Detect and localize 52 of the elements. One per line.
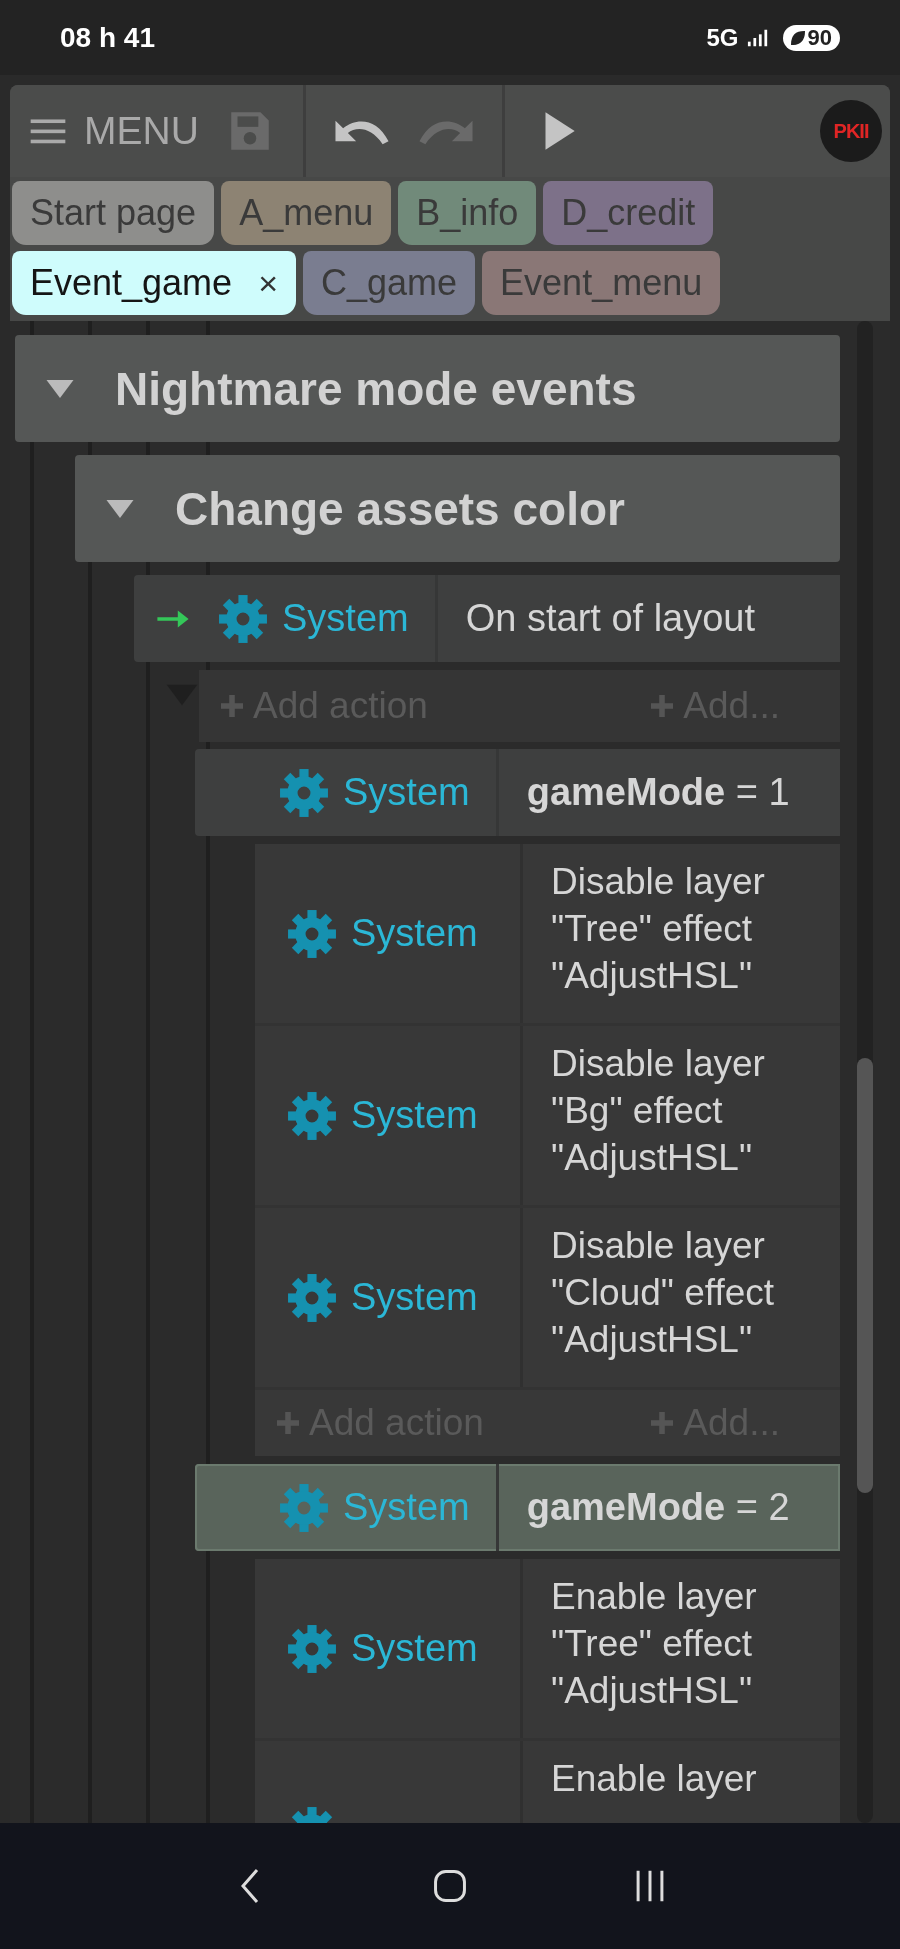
object-name: System [351,1094,478,1137]
tab[interactable]: A_menu [221,181,392,245]
battery-indicator: 90 [782,24,840,51]
menu-icon [30,118,66,144]
gear-icon [287,908,337,959]
action-text: Disable layer "Tree" effect "AdjustHSL" [550,860,766,998]
action-text: Disable layer "Cloud" effect "AdjustHSL" [550,1224,776,1362]
close-tab-button[interactable]: × [258,263,278,303]
network-type: 5G [706,23,739,52]
gear-icon [287,1623,337,1674]
object-name: System [343,771,470,814]
tab[interactable]: Event_game × [12,251,296,315]
tab[interactable]: C_game [303,251,476,315]
action-text: Enable layer "Tree" effect "AdjustHSL" [550,1575,758,1713]
leaf-icon [788,28,807,47]
collapse-triangle-icon[interactable] [45,377,75,400]
condition-text: gameMode = 1 [525,771,790,814]
group-title: Change assets color [175,481,625,536]
plus-icon [277,1412,299,1434]
object-name: System [351,1627,478,1670]
plus-icon [221,695,243,717]
plus-icon [651,695,674,717]
gear-icon [218,593,268,644]
gear-icon [287,1090,337,1141]
tab[interactable]: B_info [398,181,537,245]
clock: 08 h 41 [60,21,155,54]
plus-icon [651,1412,674,1434]
collapse-triangle-icon[interactable] [105,497,135,520]
condition-text: On start of layout [464,597,756,640]
object-name: System [351,1276,478,1319]
object-name: System [282,597,409,640]
event-row[interactable]: System gameMode = 1 [195,749,840,836]
menu-button[interactable]: MENU [24,109,211,153]
tab[interactable]: Event_menu [482,251,721,315]
logo[interactable]: PKII [820,100,882,162]
object-name: System [351,912,478,955]
event-row[interactable]: System gameMode = 2 [195,1464,840,1551]
action-text: Disable layer "Bg" effect "AdjustHSL" [550,1042,766,1180]
scrollbar[interactable] [857,321,873,1823]
object-name: System [343,1486,470,1529]
tab[interactable]: D_credit [543,181,714,245]
group-title: Nightmare mode events [115,361,637,416]
gear-icon [279,767,329,818]
action-text: Enable layer [550,1757,758,1801]
tab[interactable]: Start page [12,181,215,245]
event-row[interactable]: System On start of layout [134,575,840,662]
condition-text: gameMode = 2 [525,1486,790,1529]
signal-icon [746,27,769,48]
gear-icon [287,1272,337,1323]
group-header[interactable]: Nightmare mode events [15,335,840,442]
gear-icon [279,1482,329,1533]
group-header[interactable]: Change assets color [75,455,840,562]
